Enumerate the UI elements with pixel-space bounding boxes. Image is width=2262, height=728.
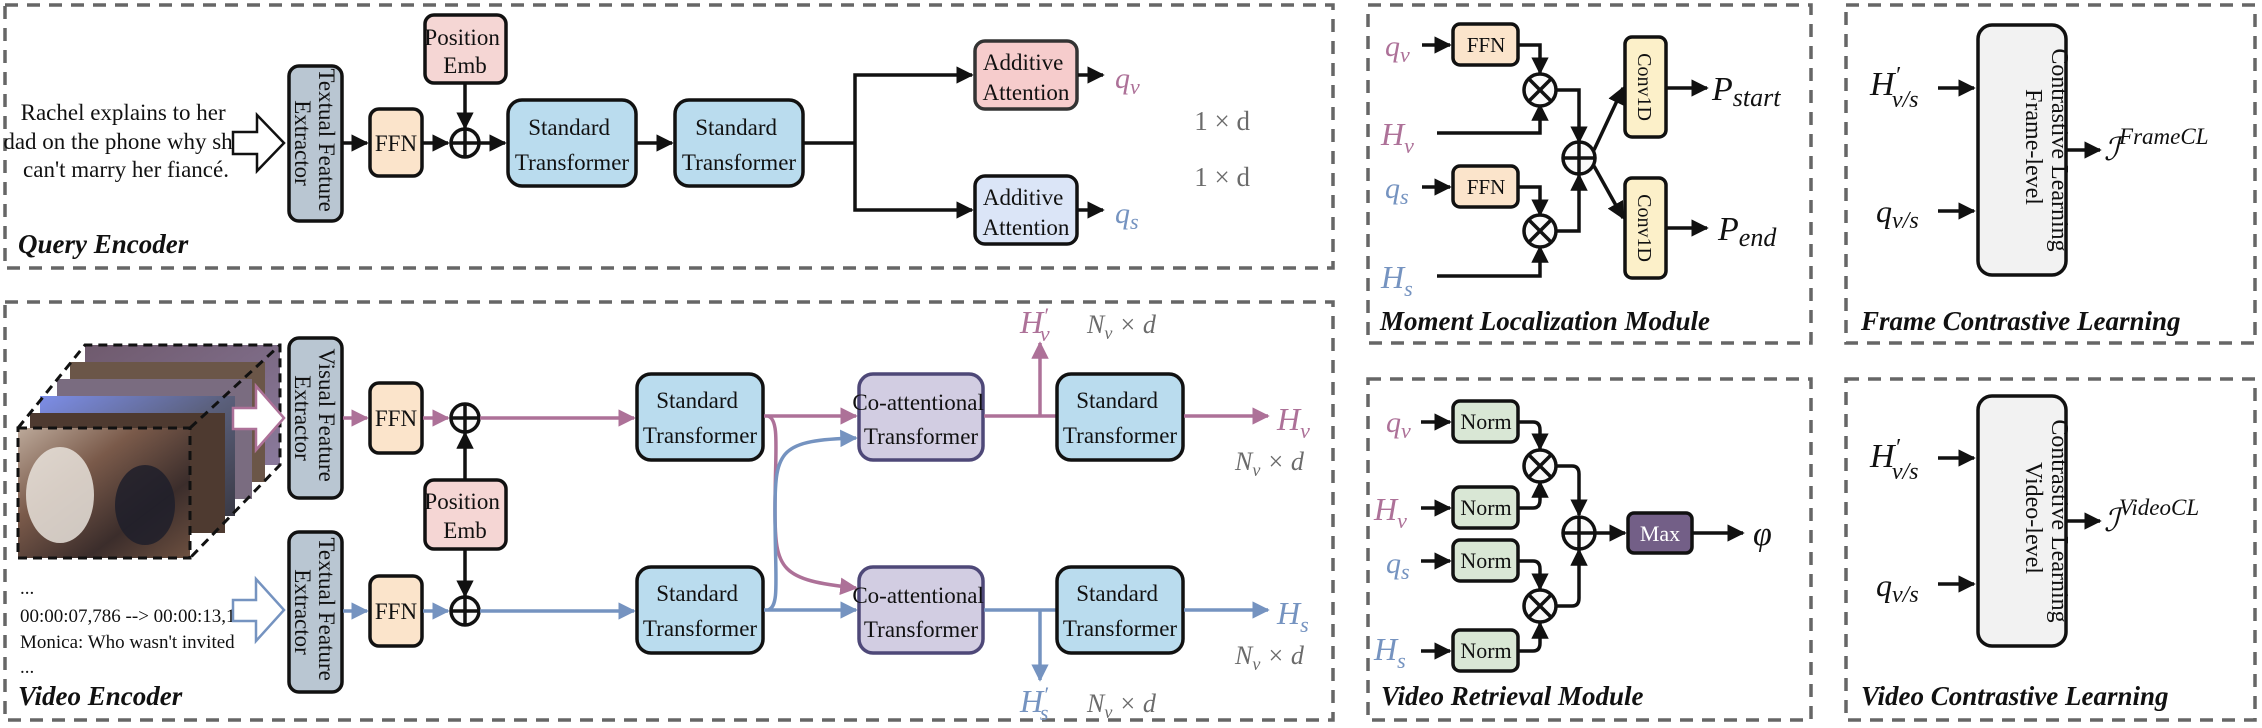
vr-input-hs: Hs [1373, 631, 1406, 673]
add-operator-icon [449, 127, 481, 159]
norm-boxes: Norm Norm Norm Norm [1451, 399, 1520, 673]
architecture-diagram: Rachel explains to her dad on the phone … [0, 0, 2262, 728]
dim-label-qv: 1 × d [1194, 106, 1250, 136]
dim-label-hs: Nv × d [1234, 641, 1305, 674]
video-encoder-panel: ... 00:00:07,786 --> 00:00:13,156 Monica… [3, 300, 1335, 725]
video-cl-input-h: H′ v/s [1869, 435, 1918, 485]
dim-label-hs-prime: Nv × d [1086, 689, 1157, 722]
vr-input-qs: qs [1386, 547, 1410, 584]
multiply-operator-icon [1522, 213, 1558, 249]
moment-localization-panel: qv Hv qs Hs FFN FFN Conv1D Conv1D Pstart… [1366, 3, 1813, 345]
visual-ffn-label: FFN [375, 406, 418, 431]
video-retrieval-title: Video Retrieval Module [1381, 681, 1644, 711]
arrow [1592, 86, 1625, 151]
output-hs: Hs [1276, 595, 1309, 637]
video-retrieval-panel: qv Hv qs Hs Norm Norm Norm Norm Max φ Vi… [1366, 377, 1813, 722]
query-encoder-title: Query Encoder [18, 229, 189, 259]
arrow [1519, 559, 1549, 591]
output-hv-prime: H′ v [1019, 303, 1050, 346]
cross-arrow-subtitle [767, 429, 858, 612]
add-operator-icon [449, 595, 481, 627]
video-retrieval-border [1366, 377, 1813, 722]
video-encoder-title: Video Encoder [18, 681, 183, 711]
ml-ffn-v-label: FFN [1467, 33, 1506, 57]
input-arrow-icon [231, 111, 286, 175]
query-text: Rachel explains to her dad on the phone … [3, 100, 248, 182]
video-cl-panel: H′ v/s qv/s Video-level Contrastive Learn… [1844, 377, 2257, 722]
arrow [1437, 103, 1549, 135]
subtitle-text: ... 00:00:07,786 --> 00:00:13,156 Monica… [20, 578, 259, 678]
video-frames-stack [16, 343, 282, 560]
ml-input-hv: Hv [1380, 116, 1414, 158]
arrow [1519, 420, 1549, 451]
dim-label-hv: Nv × d [1234, 447, 1305, 480]
dim-labels: Nv × d Nv × d Nv × d Nv × d [1086, 310, 1305, 722]
norm-hs-label: Norm [1460, 638, 1511, 663]
subtitle-ffn-label: FFN [375, 599, 418, 624]
output-hv: Hv [1276, 401, 1310, 443]
multiply-operator-icon [1522, 448, 1558, 484]
output-p-end: Pend [1717, 211, 1777, 252]
output-p-start: Pstart [1711, 71, 1781, 112]
ml-input-qs: qs [1385, 172, 1409, 209]
multiply-operator-icon [1522, 588, 1558, 624]
output-qs: qs [1115, 197, 1139, 234]
query-encoder-panel: Rachel explains to her dad on the phone … [3, 3, 1335, 270]
arrow [853, 143, 974, 219]
output-phi: φ [1753, 516, 1772, 553]
max-pool-label: Max [1640, 521, 1680, 546]
frame-cl-panel: H′ v/s qv/s Frame-level Contrastive Learn… [1844, 3, 2257, 345]
ml-ffn-s-label: FFN [1467, 175, 1506, 199]
conv1d-end-label: Conv1D [1633, 194, 1655, 262]
multiply-operator-icon [1522, 72, 1558, 108]
add-operator-icon [1561, 515, 1597, 551]
video-cl-title: Video Contrastive Learning [1861, 681, 2169, 711]
video-cl-loss: ℐVideoCL [2104, 495, 2199, 538]
arrow [1437, 245, 1549, 278]
output-qv: qv [1115, 62, 1140, 99]
arrow [1592, 165, 1625, 220]
frame-cl-input-q: qv/s [1876, 193, 1919, 234]
arrow [1519, 480, 1549, 510]
frame-cl-loss: ℐFrameCL [2104, 124, 2208, 167]
vr-input-qv: qv [1386, 406, 1411, 443]
arrow [1519, 43, 1549, 75]
arrow [853, 66, 974, 143]
arrow [1557, 173, 1588, 233]
arrow [1557, 464, 1588, 517]
norm-qv-label: Norm [1460, 409, 1511, 434]
add-operator-icon [449, 402, 481, 434]
arrow [1557, 548, 1588, 608]
vr-input-hv: Hv [1373, 491, 1407, 533]
frame-cl-title: Frame Contrastive Learning [1860, 306, 2181, 336]
subtitle-input-arrow-icon [231, 575, 286, 645]
conv1d-start-label: Conv1D [1633, 53, 1655, 121]
moment-localization-title: Moment Localization Module [1379, 306, 1710, 336]
dim-label-qs: 1 × d [1194, 162, 1250, 192]
output-hs-prime: H′ s [1019, 682, 1049, 725]
norm-qs-label: Norm [1460, 548, 1511, 573]
query-ffn-label: FFN [375, 131, 418, 156]
frame-cl-input-h: H′ v/s [1869, 63, 1918, 113]
video-cl-input-q: qv/s [1876, 567, 1919, 608]
ml-input-qv: qv [1385, 30, 1410, 67]
add-operator-icon [1561, 140, 1597, 176]
ml-input-hs: Hs [1380, 259, 1413, 301]
arrow [1557, 88, 1588, 144]
moment-localization-border [1366, 3, 1813, 345]
dim-label-hv-prime: Nv × d [1086, 310, 1157, 343]
norm-hv-label: Norm [1460, 495, 1511, 520]
arrow [1519, 621, 1549, 653]
arrow [1519, 185, 1549, 217]
